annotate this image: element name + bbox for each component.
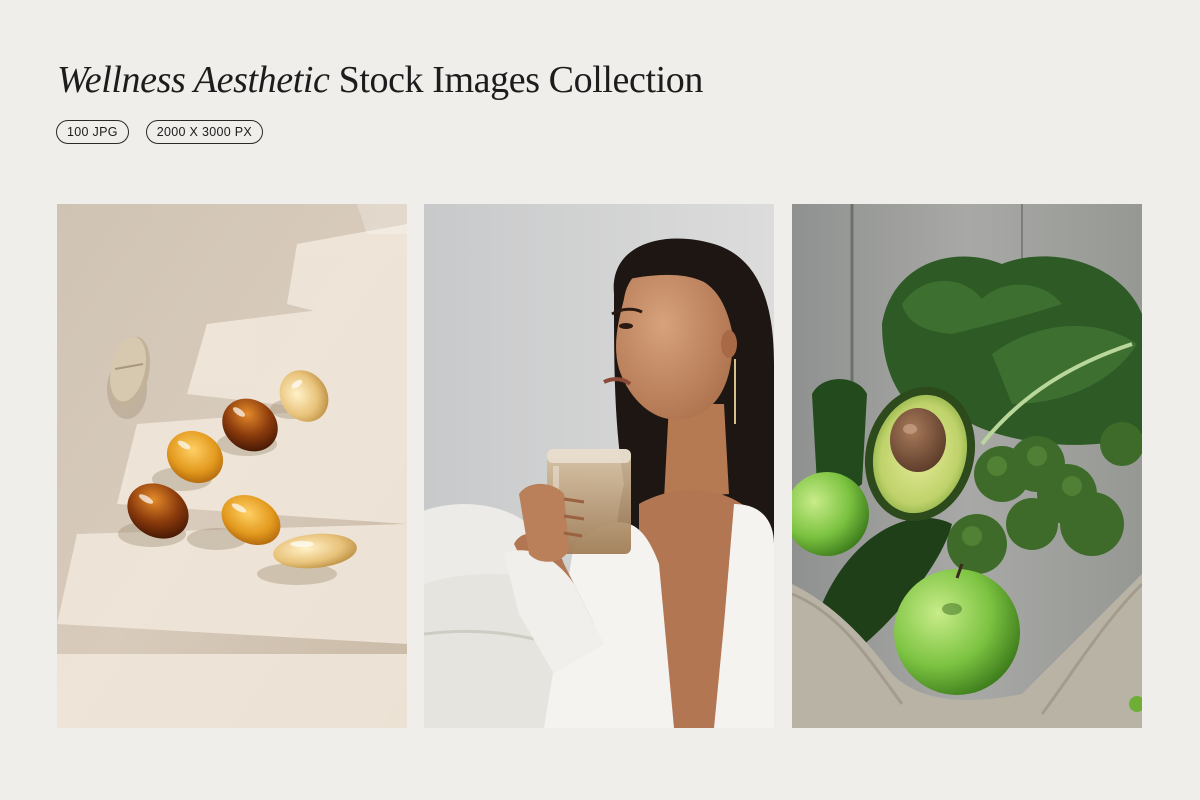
title-rest: Stock Images Collection [338, 59, 704, 101]
woman-drink-photo [424, 204, 774, 728]
resolution-badge: 2000 X 3000 PX [145, 120, 263, 144]
supplements-illustration [57, 204, 407, 728]
produce-photo [792, 204, 1142, 728]
file-count-badge: 100 JPG [56, 120, 129, 144]
badge-row: 100 JPG 2000 X 3000 PX [56, 120, 263, 144]
title-italic: Wellness Aesthetic [57, 59, 330, 101]
page-title: Wellness Aesthetic Stock Images Collecti… [57, 56, 703, 104]
produce-illustration [792, 204, 1142, 728]
supplements-photo [57, 204, 407, 728]
woman-drink-illustration [424, 204, 774, 728]
